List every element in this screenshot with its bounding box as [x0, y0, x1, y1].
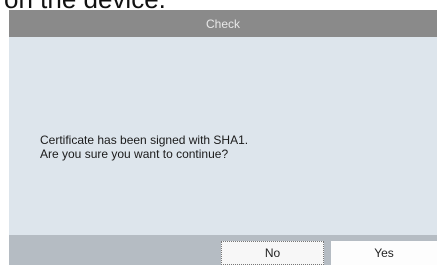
dialog-body: Certificate has been signed with SHA1. A…: [9, 37, 437, 235]
message-line-2: Are you sure you want to continue?: [40, 147, 229, 161]
no-button-label: No: [264, 246, 281, 260]
no-button[interactable]: No: [221, 241, 324, 265]
confirm-dialog: Check Certificate has been signed with S…: [9, 10, 437, 265]
dialog-title: Check: [205, 16, 240, 31]
screen: on the device. Check Certificate has bee…: [0, 0, 437, 265]
dialog-title-bar: Check: [9, 10, 437, 37]
dialog-message: Certificate has been signed with SHA1. A…: [40, 133, 248, 161]
yes-button-label: Yes: [374, 246, 394, 260]
dialog-button-bar: No Yes: [9, 235, 437, 265]
message-line-1: Certificate has been signed with SHA1.: [40, 133, 249, 147]
yes-button[interactable]: Yes: [331, 241, 437, 265]
